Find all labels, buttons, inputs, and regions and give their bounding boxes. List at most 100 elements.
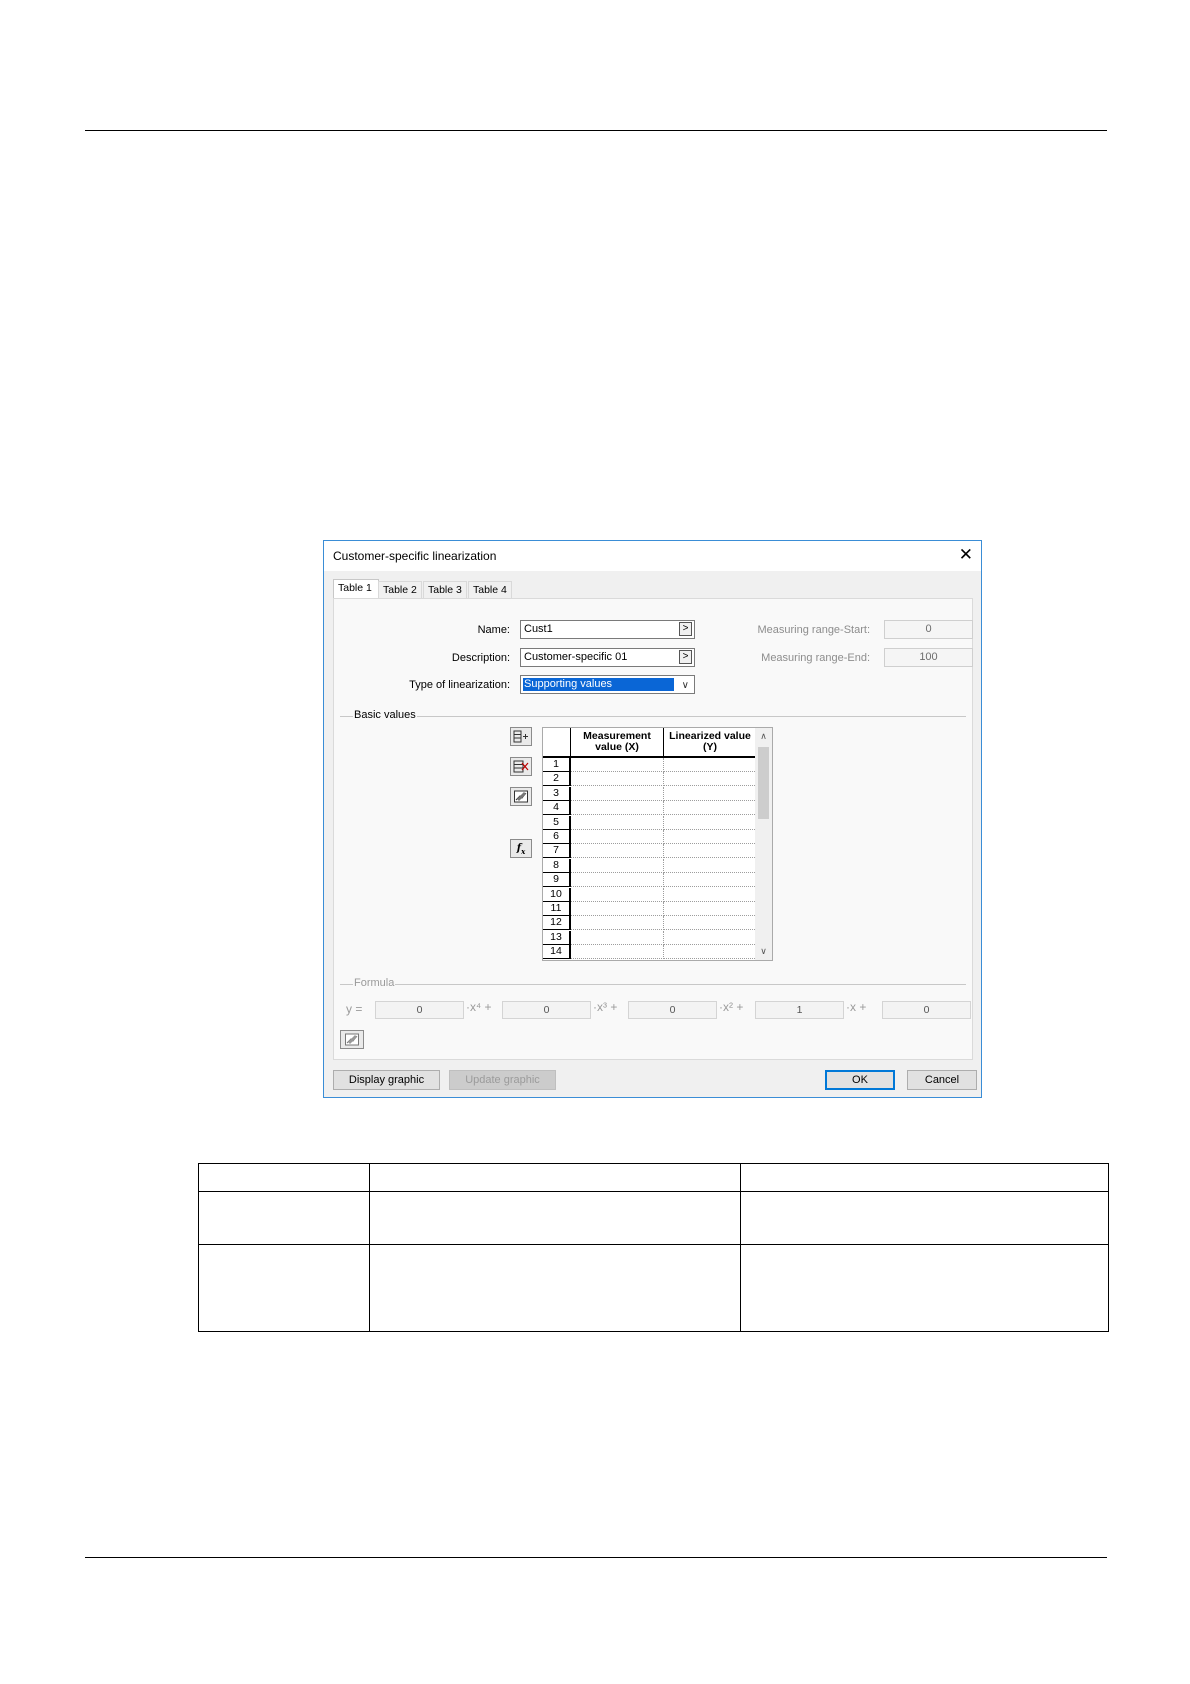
grid-cell-y[interactable] — [664, 930, 757, 945]
header-rule — [85, 130, 1107, 131]
document-table — [198, 1163, 1109, 1332]
grid-row-number[interactable]: 13 — [543, 930, 571, 945]
footer-rule — [85, 1557, 1107, 1558]
type-select-value: Supporting values — [523, 678, 674, 691]
coef-x3[interactable]: 0 — [502, 1001, 591, 1019]
scroll-thumb[interactable] — [758, 747, 769, 819]
grid-row-number[interactable]: 2 — [543, 772, 571, 787]
grid-cell-x[interactable] — [571, 772, 664, 787]
supporting-values-grid[interactable]: Measurement value (X) Linearized value (… — [542, 727, 773, 961]
grid-cell-y[interactable] — [664, 830, 757, 844]
grid-cell-x[interactable] — [571, 844, 664, 859]
grid-row-number[interactable]: 7 — [543, 844, 571, 859]
grid-header-y[interactable]: Linearized value (Y) — [664, 728, 757, 758]
dialog-titlebar: Customer-specific linearization ✕ — [324, 541, 981, 571]
tab-table-3[interactable]: Table 3 — [423, 581, 467, 599]
grid-row-number[interactable]: 9 — [543, 873, 571, 888]
grid-cell-x[interactable] — [571, 815, 664, 830]
scroll-down-icon[interactable]: ∨ — [755, 946, 772, 957]
cancel-button[interactable]: Cancel — [907, 1070, 977, 1090]
formula-y: y = — [346, 1002, 363, 1016]
grid-cell-x[interactable] — [571, 786, 664, 801]
grid-cell-x[interactable] — [571, 801, 664, 816]
grid-row-number[interactable]: 1 — [543, 758, 571, 772]
grid-cell-x[interactable] — [571, 858, 664, 873]
update-graphic-button[interactable]: Update graphic — [449, 1070, 556, 1090]
tab-table-4[interactable]: Table 4 — [468, 581, 512, 599]
formula-label: Formula — [353, 977, 396, 989]
coef-x1[interactable]: 1 — [755, 1001, 844, 1019]
grid-header-x[interactable]: Measurement value (X) — [571, 728, 664, 758]
grid-cell-y[interactable] — [664, 858, 757, 873]
grid-cell-x[interactable] — [571, 873, 664, 888]
range-end-label: Measuring range-End: — [761, 652, 870, 664]
insert-row-icon[interactable] — [510, 727, 532, 746]
type-select[interactable]: Supporting values ∨ — [520, 675, 695, 694]
basic-values-label: Basic values — [353, 709, 417, 721]
grid-cell-x[interactable] — [571, 758, 664, 772]
grid-row-number[interactable]: 14 — [543, 945, 571, 960]
grid-row-number[interactable]: 10 — [543, 887, 571, 902]
grid-cell-x[interactable] — [571, 887, 664, 902]
function-icon[interactable]: fx — [510, 839, 532, 858]
term-x2: ·x² + — [719, 1000, 744, 1014]
grid-cell-x[interactable] — [571, 916, 664, 931]
range-end-field[interactable]: 100 — [884, 648, 973, 667]
formula-chart-icon[interactable] — [340, 1030, 364, 1049]
type-label: Type of linearization: — [409, 679, 510, 691]
coef-x0[interactable]: 0 — [882, 1001, 971, 1019]
grid-cell-y[interactable] — [664, 945, 757, 960]
range-start-field[interactable]: 0 — [884, 620, 973, 639]
grid-cell-y[interactable] — [664, 916, 757, 931]
range-start-label: Measuring range-Start: — [757, 624, 871, 636]
coef-x4[interactable]: 0 — [375, 1001, 464, 1019]
grid-cell-x[interactable] — [571, 945, 664, 960]
dialog-title: Customer-specific linearization — [333, 549, 497, 563]
grid-cell-y[interactable] — [664, 772, 757, 787]
grid-cell-y[interactable] — [664, 844, 757, 859]
chart-edit-icon[interactable] — [510, 787, 532, 806]
grid-cell-y[interactable] — [664, 887, 757, 902]
grid-cell-y[interactable] — [664, 758, 757, 772]
grid-row-number[interactable]: 5 — [543, 815, 571, 830]
table-row — [198, 1163, 1109, 1192]
grid-cell-x[interactable] — [571, 930, 664, 945]
grid-cell-x[interactable] — [571, 902, 664, 916]
description-browse-button[interactable]: > — [679, 650, 692, 664]
name-browse-button[interactable]: > — [679, 622, 692, 636]
grid-cell-x[interactable] — [571, 830, 664, 844]
grid-row-number[interactable]: 8 — [543, 858, 571, 873]
grid-row-number[interactable]: 12 — [543, 916, 571, 931]
grid-cell-y[interactable] — [664, 873, 757, 888]
grid-row-number[interactable]: 11 — [543, 902, 571, 916]
ok-button[interactable]: OK — [825, 1070, 895, 1090]
scroll-up-icon[interactable]: ∧ — [755, 731, 772, 742]
grid-cell-y[interactable] — [664, 786, 757, 801]
table-row — [198, 1191, 1109, 1245]
grid-row-number[interactable]: 3 — [543, 786, 571, 801]
grid-row-number[interactable]: 4 — [543, 801, 571, 816]
basic-values-separator — [340, 716, 966, 717]
grid-cell-y[interactable] — [664, 815, 757, 830]
display-graphic-button[interactable]: Display graphic — [333, 1070, 440, 1090]
close-icon[interactable]: ✕ — [959, 545, 973, 565]
grid-scrollbar[interactable]: ∧ ∨ — [755, 728, 772, 960]
grid-row-number[interactable]: 6 — [543, 830, 571, 844]
description-field[interactable]: Customer-specific 01 > — [520, 648, 695, 667]
coef-x2[interactable]: 0 — [628, 1001, 717, 1019]
grid-cell-y[interactable] — [664, 801, 757, 816]
name-value: Cust1 — [524, 623, 553, 635]
description-label: Description: — [451, 652, 510, 664]
name-field[interactable]: Cust1 > — [520, 620, 695, 639]
tab-table-1[interactable]: Table 1 — [333, 579, 379, 599]
name-label: Name: — [477, 624, 510, 636]
table-cell — [369, 1191, 741, 1245]
table-cell — [198, 1191, 370, 1245]
delete-row-icon[interactable] — [510, 757, 532, 776]
description-value: Customer-specific 01 — [524, 651, 628, 663]
tab-table-2[interactable]: Table 2 — [378, 581, 422, 599]
term-x1: ·x + — [846, 1000, 867, 1014]
formula-separator — [340, 984, 966, 985]
function-icon-glyph: fx — [516, 843, 526, 856]
grid-cell-y[interactable] — [664, 902, 757, 916]
